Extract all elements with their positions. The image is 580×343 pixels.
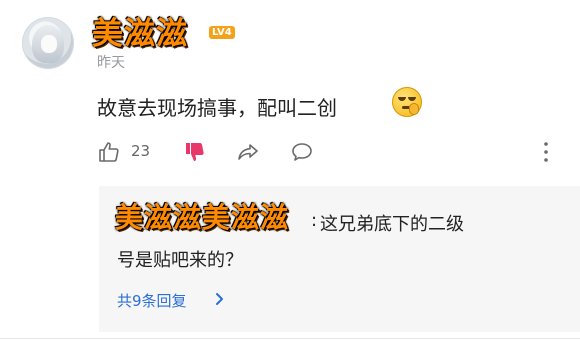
avatar-face — [41, 35, 57, 53]
comment-text: 故意去现场搞事，配叫二创 — [97, 96, 337, 120]
emoji-left-eye — [398, 97, 406, 101]
share-icon[interactable] — [236, 140, 260, 164]
view-all-replies-link[interactable]: 共9条回复 — [117, 290, 187, 311]
avatar[interactable] — [22, 17, 74, 69]
emoji-hand — [409, 103, 419, 115]
like-count: 23 — [131, 142, 151, 160]
comment-bubble-icon[interactable] — [290, 140, 314, 164]
reply-text-line1: 这兄弟底下的二级 — [320, 214, 464, 235]
chevron-right-icon[interactable] — [212, 292, 226, 306]
reply-colon: : — [311, 210, 318, 231]
emoji-right-eye — [408, 97, 416, 101]
divider — [0, 338, 580, 339]
level-badge: LV4 — [209, 26, 235, 39]
smirk-face-emoji — [392, 87, 422, 117]
thumbs-up-icon[interactable] — [97, 140, 121, 164]
reply-text-line2: 号是贴吧来的？ — [117, 250, 243, 271]
more-options-icon[interactable] — [540, 140, 564, 164]
reply-author[interactable]: 美滋滋美滋滋 — [115, 196, 289, 236]
timestamp: 昨天 — [97, 55, 125, 71]
username[interactable]: 美滋滋 — [92, 8, 188, 53]
thumbs-down-icon[interactable] — [183, 140, 207, 164]
